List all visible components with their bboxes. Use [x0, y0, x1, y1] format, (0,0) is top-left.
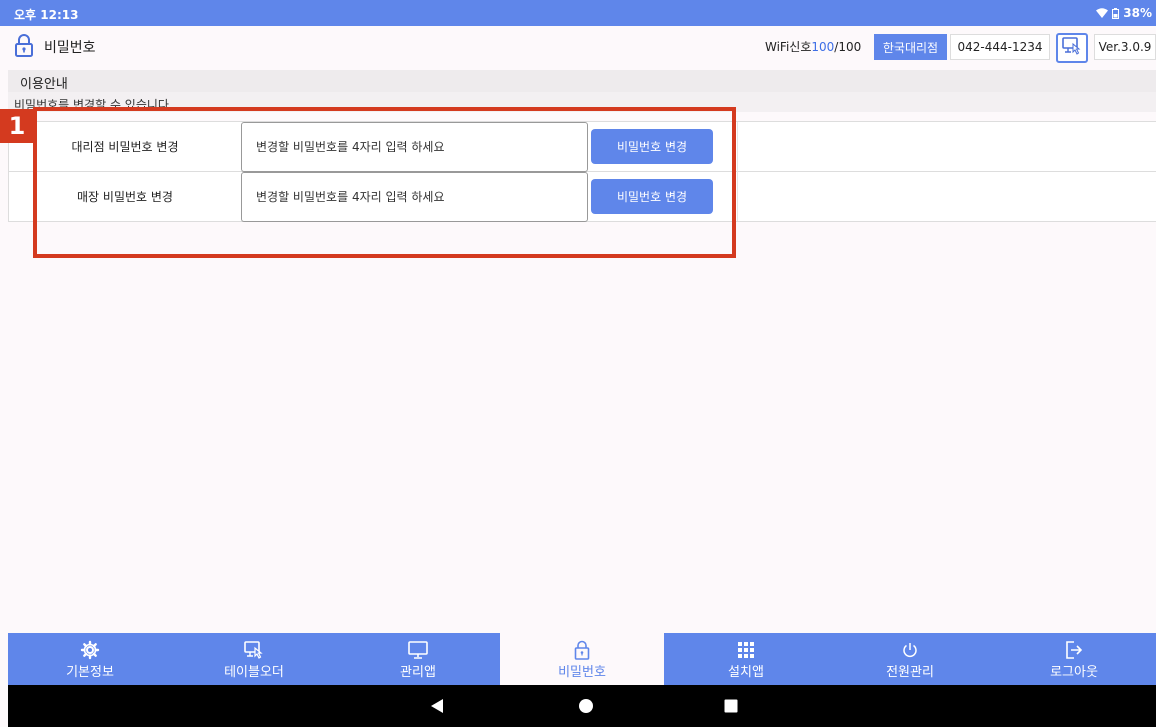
- wifi-signal-max: /100: [834, 40, 862, 54]
- dealer-password-label: 대리점 비밀번호 변경: [71, 140, 179, 154]
- store-password-label: 매장 비밀번호 변경: [77, 190, 173, 204]
- nav-item-admin-app[interactable]: 관리앱: [336, 633, 500, 685]
- wifi-signal-value: 100: [811, 40, 835, 54]
- app-bar: 비밀번호 WiFi신호100/100 한국대리점 042-444-1234 Ve…: [0, 26, 1156, 68]
- lock-icon: [573, 640, 591, 660]
- store-password-change-button[interactable]: 비밀번호 변경: [591, 179, 713, 214]
- nav-label-logout: 로그아웃: [1050, 665, 1098, 680]
- table-order-icon: [243, 640, 265, 660]
- status-time: 오후 12:13: [14, 8, 79, 22]
- dealer-phone: 042-444-1234: [950, 34, 1050, 60]
- status-indicators: 38%: [1096, 6, 1152, 20]
- battery-icon: [1112, 7, 1120, 19]
- battery-level: 38%: [1123, 6, 1152, 20]
- dealer-password-row: 대리점 비밀번호 변경 비밀번호 변경: [9, 122, 1156, 172]
- page-title: 비밀번호: [44, 40, 96, 56]
- recents-icon[interactable]: [724, 698, 738, 717]
- nav-item-password[interactable]: 비밀번호: [500, 633, 664, 685]
- annotation-badge: 1: [0, 109, 34, 143]
- nav-item-power[interactable]: 전원관리: [828, 633, 992, 685]
- system-nav-bar: [8, 685, 1156, 727]
- logout-icon: [1064, 640, 1084, 660]
- info-description-text: 비밀번호를 변경할 수 있습니다: [14, 98, 169, 112]
- lock-icon: [14, 34, 34, 62]
- nav-label-power: 전원관리: [886, 665, 934, 680]
- back-icon[interactable]: [430, 698, 444, 718]
- nav-label-password: 비밀번호: [558, 665, 606, 680]
- nav-label-admin-app: 관리앱: [400, 665, 436, 680]
- version-label: Ver.3.0.9: [1094, 34, 1156, 60]
- bottom-nav: 기본정보 테이블오더 관리앱 비밀번호 설치앱 전원관리 로그아웃: [8, 633, 1156, 685]
- nav-item-table-order[interactable]: 테이블오더: [172, 633, 336, 685]
- dealer-name-badge: 한국대리점: [874, 34, 947, 60]
- store-password-row: 매장 비밀번호 변경 비밀번호 변경: [9, 172, 1156, 222]
- nav-item-installed-apps[interactable]: 설치앱: [664, 633, 828, 685]
- gear-icon: [80, 640, 100, 660]
- wifi-signal-prefix: WiFi신호: [765, 40, 812, 54]
- apps-grid-icon: [736, 640, 756, 660]
- nav-label-basic-info: 기본정보: [66, 665, 114, 680]
- nav-label-table-order: 테이블오더: [224, 665, 284, 680]
- sub-monitor-button[interactable]: [1056, 33, 1088, 63]
- dealer-password-change-button[interactable]: 비밀번호 변경: [591, 129, 713, 164]
- info-heading: 이용안내: [8, 70, 1156, 92]
- info-description: 비밀번호를 변경할 수 있습니다: [8, 92, 1156, 112]
- nav-label-installed-apps: 설치앱: [728, 665, 764, 680]
- home-icon[interactable]: [578, 698, 594, 718]
- password-table: 대리점 비밀번호 변경 비밀번호 변경 매장 비밀번호 변경 비밀번호 변경: [8, 121, 1156, 222]
- wifi-signal-text: WiFi신호100/100: [765, 38, 861, 55]
- wifi-icon: [1096, 8, 1109, 18]
- nav-item-basic-info[interactable]: 기본정보: [8, 633, 172, 685]
- nav-item-logout[interactable]: 로그아웃: [992, 633, 1156, 685]
- store-password-input[interactable]: [241, 172, 588, 222]
- power-icon: [901, 640, 919, 660]
- table-divider: [737, 122, 738, 221]
- dealer-password-input[interactable]: [241, 122, 588, 172]
- monitor-icon: [407, 640, 429, 660]
- status-bar: 오후 12:13 38%: [0, 0, 1156, 26]
- sub-monitor-icon: [1061, 36, 1083, 60]
